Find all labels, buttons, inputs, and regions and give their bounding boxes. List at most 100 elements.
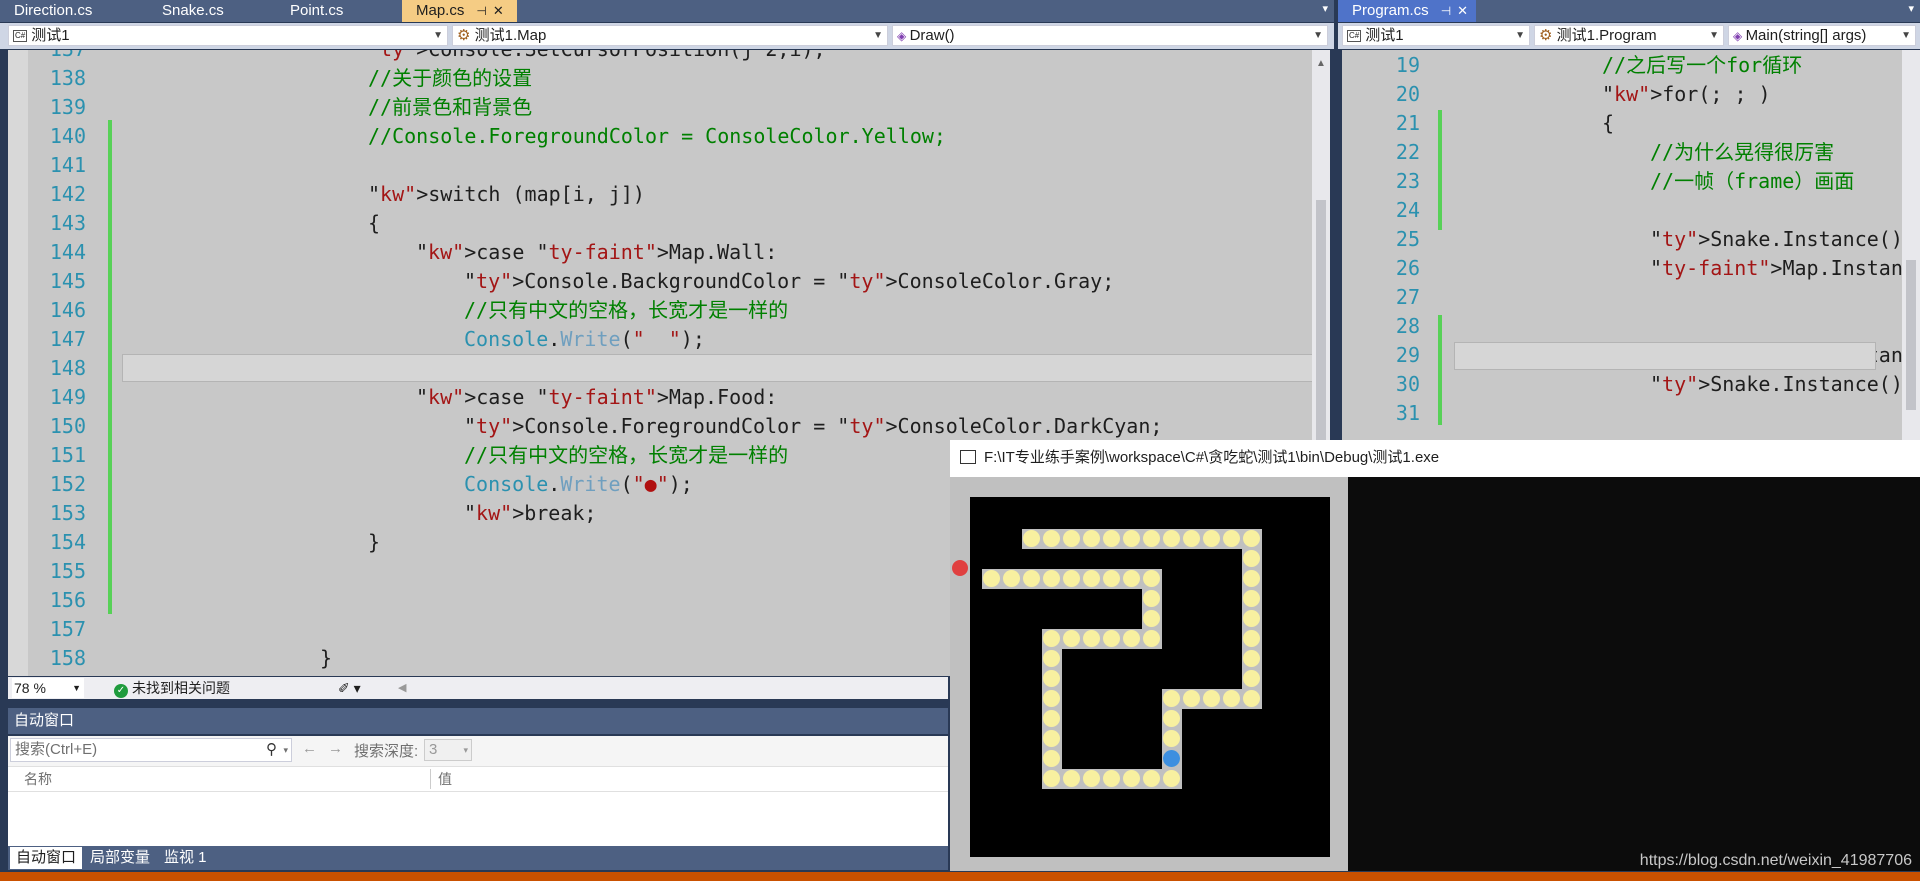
snake-body-segment: [1163, 770, 1180, 787]
scroll-thumb[interactable]: [1316, 200, 1326, 460]
line-number: 146: [49, 298, 86, 322]
code-line[interactable]: 144 "kw">case "ty-faint">Map.Wall:: [8, 238, 1330, 267]
line-number: 157: [49, 617, 86, 641]
project-dropdown[interactable]: C# 测试1 ▼: [1342, 25, 1530, 46]
vertical-scrollbar[interactable]: [1902, 50, 1920, 440]
snake-body-segment: [1043, 630, 1060, 647]
tab-watch-1[interactable]: 监视 1: [158, 847, 213, 869]
snake-body-segment: [1183, 690, 1200, 707]
code-line[interactable]: 149 "kw">case "ty-faint">Map.Food:: [8, 383, 1330, 412]
code-line[interactable]: 21 {: [1342, 109, 1920, 138]
code-line[interactable]: 142 "kw">switch (map[i, j]): [8, 180, 1330, 209]
scroll-up-icon[interactable]: ▲: [1312, 58, 1330, 69]
code-line[interactable]: 20 "kw">for(; ; ): [1342, 80, 1920, 109]
member-name: Draw(): [909, 27, 955, 44]
snake-body-segment: [1143, 590, 1160, 607]
issues-indicator[interactable]: ✓ 未找到相关问题: [114, 677, 230, 699]
code-editor-program[interactable]: 19 //之后写一个for循环 20 "kw">for(; ; ) 21 {22 //为什么…: [1342, 50, 1920, 440]
code-line[interactable]: 28: [1342, 312, 1920, 341]
column-value-header[interactable]: 值: [438, 767, 452, 791]
chevron-down-icon: ▼: [72, 683, 81, 693]
code-line[interactable]: 150 "ty">Console.ForegroundColor = "ty">C…: [8, 412, 1330, 441]
project-name: 测试1: [31, 27, 70, 44]
class-dropdown[interactable]: ⚙ 测试1.Program ▼: [1534, 25, 1724, 46]
tab-snake[interactable]: Snake.cs: [148, 0, 276, 22]
back-arrow-icon[interactable]: ←: [302, 740, 317, 757]
line-number: 145: [49, 269, 86, 293]
class-name: 测试1.Program: [1556, 27, 1657, 44]
snake-body-segment: [1043, 690, 1060, 707]
snake-body-segment: [1043, 650, 1060, 667]
code-line[interactable]: 143 {: [8, 209, 1330, 238]
code-line[interactable]: 146 //只有中文的空格，长宽才是一样的: [8, 296, 1330, 325]
watermark: https://blog.csdn.net/weixin_41987706: [1639, 852, 1912, 869]
code-line[interactable]: 26 "ty-faint">Map.Instance().Upda: [1342, 254, 1920, 283]
column-header-row: 名称 值: [8, 766, 948, 792]
search-input[interactable]: 搜索(Ctrl+E) ⚲ ▾: [10, 738, 292, 762]
tab-program[interactable]: Program.cs ⊣ ✕: [1338, 0, 1476, 22]
zoom-dropdown[interactable]: 78 % ▼: [12, 678, 84, 698]
code-line[interactable]: 19 //之后写一个for循环: [1342, 51, 1920, 80]
close-icon[interactable]: ✕: [1457, 3, 1468, 18]
code-text: "ty">Console.ForegroundColor = "ty">Cons…: [464, 414, 1163, 438]
code-line[interactable]: 145 "ty">Console.BackgroundColor = "ty">C…: [8, 267, 1330, 296]
line-number: 153: [49, 501, 86, 525]
code-line[interactable]: 30 "ty">Snake.Instance().Dr: [1342, 370, 1920, 399]
code-text: "kw">case "ty-faint">Map.Wall:: [416, 240, 778, 264]
class-dropdown[interactable]: ⚙ 测试1.Map ▼: [452, 25, 888, 46]
member-name: Main(string[] args): [1745, 27, 1867, 44]
close-icon[interactable]: ✕: [493, 3, 504, 18]
column-name-header[interactable]: 名称: [24, 767, 52, 791]
code-line[interactable]: 25 "ty">Snake.Instance().Up: [1342, 225, 1920, 254]
change-marker: [108, 120, 112, 610]
tab-overflow-icon[interactable]: ▾: [1322, 2, 1328, 15]
tab-point[interactable]: Point.cs: [276, 0, 402, 22]
tab-locals[interactable]: 局部变量: [84, 847, 156, 869]
snake-body-segment: [1143, 610, 1160, 627]
code-line[interactable]: 147 Console.Write(" ");: [8, 325, 1330, 354]
scroll-thumb[interactable]: [1906, 260, 1916, 410]
food-item: [952, 560, 968, 576]
status-bar: [0, 872, 1920, 881]
code-line[interactable]: 22 //为什么晃得很厉害: [1342, 138, 1920, 167]
snake-body-segment: [1083, 570, 1100, 587]
chevron-down-icon: ▼: [433, 30, 443, 41]
forward-arrow-icon[interactable]: →: [328, 740, 343, 757]
brush-icon[interactable]: ✐ ▾: [338, 677, 361, 699]
code-text: "kw">break;: [464, 501, 597, 525]
scroll-left-icon[interactable]: ◀: [398, 677, 406, 699]
chevron-down-icon: ▼: [1709, 30, 1719, 41]
console-title-bar[interactable]: F:\IT专业练手案例\workspace\C#\贪吃蛇\测试1\bin\Deb…: [950, 440, 1920, 477]
snake-body-segment: [1243, 630, 1260, 647]
snake-body-segment: [1083, 630, 1100, 647]
code-line[interactable]: 141: [8, 151, 1330, 180]
column-divider[interactable]: [430, 769, 431, 789]
code-line[interactable]: 24: [1342, 196, 1920, 225]
code-text: "ty">Console.SetCursorPosition(j*2,i);: [368, 50, 826, 64]
chevron-down-icon: ▼: [873, 30, 883, 41]
search-icon[interactable]: ⚲: [266, 739, 277, 761]
tab-auto-window[interactable]: 自动窗口: [10, 847, 83, 869]
tab-direction[interactable]: Direction.cs: [0, 0, 148, 22]
line-number: 25: [1395, 227, 1420, 251]
code-line[interactable]: 23 //一帧（frame）画面: [1342, 167, 1920, 196]
code-line[interactable]: 140 //Console.ForegroundColor = ConsoleCo…: [8, 122, 1330, 151]
code-line[interactable]: 137 "ty">Console.SetCursorPosition(j*2,i)…: [8, 50, 1330, 64]
code-text: //前景色和背景色: [368, 95, 533, 119]
snake-body-segment: [1203, 530, 1220, 547]
code-line[interactable]: 139 //前景色和背景色: [8, 93, 1330, 122]
pin-icon[interactable]: ⊣: [476, 4, 486, 18]
snake-body-segment: [1103, 630, 1120, 647]
tab-label: Map.cs: [416, 2, 465, 19]
project-dropdown[interactable]: C# 测试1 ▼: [8, 25, 448, 46]
pin-icon[interactable]: ⊣: [1441, 4, 1451, 18]
member-dropdown[interactable]: ◈ Main(string[] args) ▼: [1728, 25, 1916, 46]
code-line[interactable]: 138 //关于颜色的设置: [8, 64, 1330, 93]
tab-map[interactable]: Map.cs ⊣ ✕: [402, 0, 517, 22]
code-line[interactable]: 27: [1342, 283, 1920, 312]
tab-overflow-icon[interactable]: ▾: [1908, 2, 1914, 15]
snake-head: [1163, 750, 1180, 767]
member-dropdown[interactable]: ◈ Draw() ▼: [892, 25, 1328, 46]
code-line[interactable]: 31: [1342, 399, 1920, 428]
search-depth-dropdown[interactable]: 3 ▾: [424, 739, 472, 761]
